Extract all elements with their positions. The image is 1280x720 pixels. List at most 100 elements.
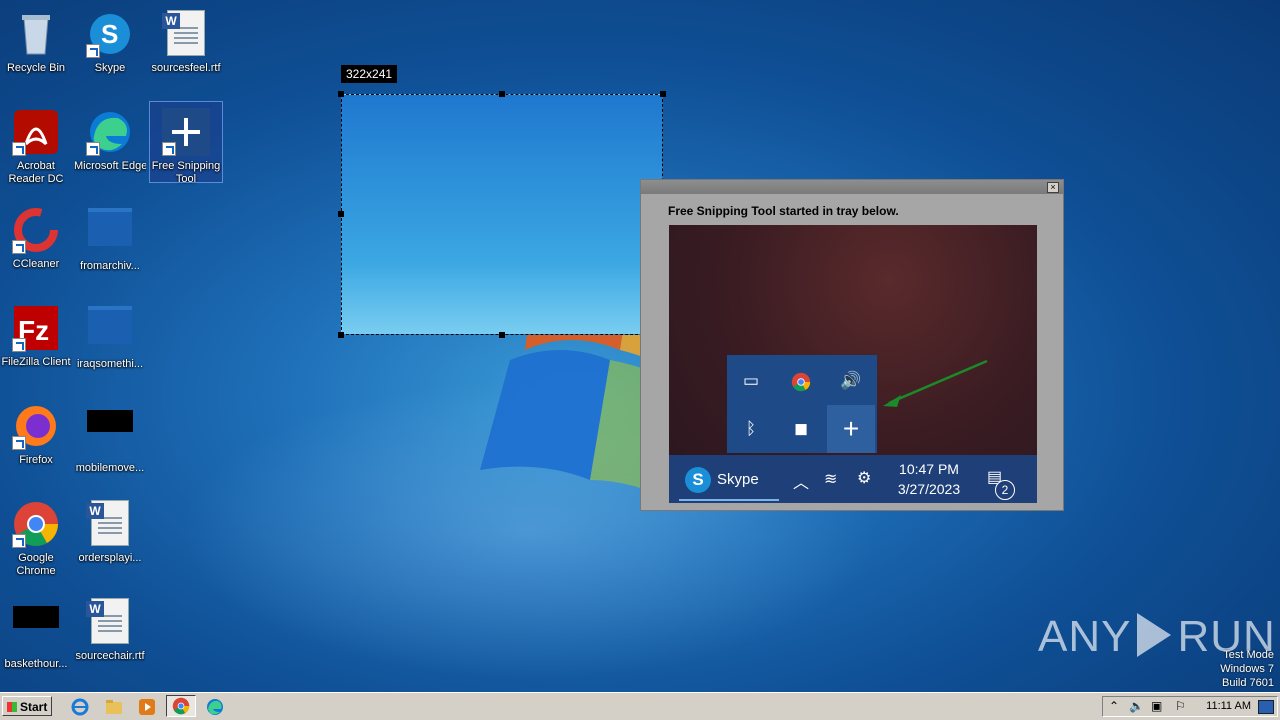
desktop-icon-edge[interactable]: Microsoft Edge <box>74 102 146 190</box>
plus-icon: + <box>827 405 875 453</box>
desktop-icon-mobilemove[interactable]: mobilemove... <box>74 396 146 484</box>
preview-taskbar-app-label: Skype <box>717 471 759 488</box>
desktop-icon-sourcesfeel[interactable]: W sourcesfeel.rtf <box>150 4 222 92</box>
edge-icon <box>86 108 134 156</box>
network-icon[interactable]: ▣ <box>1151 699 1162 713</box>
volume-icon[interactable]: 🔈 <box>1129 699 1144 713</box>
desktop-icon-acrobat[interactable]: Acrobat Reader DC <box>0 102 72 190</box>
os-label: Windows 7 <box>1220 663 1274 675</box>
snipping-tool-notification-window: × Free Snipping Tool started in tray bel… <box>640 179 1064 511</box>
desktop-icon-ccleaner[interactable]: CCleaner <box>0 200 72 288</box>
desktop-icon-label: fromarchiv... <box>80 260 140 272</box>
desktop-icon-label: mobilemove... <box>75 462 145 474</box>
folder-icon <box>86 306 134 354</box>
shortcut-arrow-icon <box>162 142 176 156</box>
word-document-icon: W <box>162 10 210 58</box>
desktop-icon-label: Acrobat Reader DC <box>8 160 64 185</box>
media-player-icon[interactable] <box>137 697 157 717</box>
desktop-icon-chrome[interactable]: Google Chrome <box>0 494 72 582</box>
close-button[interactable]: × <box>1047 182 1059 193</box>
desktop-icon-label: Free Snipping Tool <box>151 160 221 185</box>
firefox-icon <box>12 402 60 450</box>
internet-explorer-icon[interactable] <box>70 697 90 717</box>
resize-handle-n[interactable] <box>499 91 505 97</box>
shortcut-arrow-icon <box>86 44 100 58</box>
action-center-flag-icon[interactable]: ⚐ <box>1175 699 1186 713</box>
preview-time: 10:47 PM <box>899 461 959 477</box>
desktop-icon-baskethour[interactable]: baskethour... <box>0 592 72 680</box>
start-label: Start <box>20 700 48 714</box>
selection-size-label: 322x241 <box>341 65 398 83</box>
file-icon <box>12 606 60 654</box>
edge-icon[interactable] <box>205 697 225 717</box>
preview-date: 3/27/2023 <box>897 481 961 497</box>
resize-handle-w[interactable] <box>338 211 344 217</box>
shortcut-arrow-icon <box>12 436 26 450</box>
taskbar-chrome-button[interactable] <box>166 695 196 717</box>
folder-icon <box>86 208 134 256</box>
desktop-icon-fromarchiv[interactable]: fromarchiv... <box>74 200 146 288</box>
desktop-icon-label: sourcesfeel.rtf <box>151 62 221 74</box>
skype-icon: S <box>86 10 134 58</box>
battery-icon: ▭ <box>742 371 760 390</box>
desktop-icon-skype[interactable]: S Skype <box>74 4 146 92</box>
desktop-icon-label: iraqsomethi... <box>76 358 144 370</box>
skype-icon: S <box>685 467 711 493</box>
filezilla-icon: Fz <box>12 304 60 352</box>
wifi-icon: ≋ <box>824 471 838 488</box>
desktop-icon-label: Microsoft Edge <box>74 160 146 172</box>
chevron-up-icon: ︿ <box>793 475 810 492</box>
desktop-icon-label: FileZilla Client <box>1 356 71 368</box>
start-button[interactable]: Start <box>2 696 52 716</box>
resize-handle-ne[interactable] <box>660 91 666 97</box>
plus-icon <box>162 108 210 156</box>
preview-clock: 10:47 PM 3/27/2023 <box>891 459 967 499</box>
gear-icon: ⚙ <box>857 470 872 487</box>
taskbar-clock[interactable]: 11:11 AM <box>1206 700 1251 712</box>
popup-message: Free Snipping Tool started in tray below… <box>668 204 899 218</box>
shortcut-arrow-icon <box>12 142 26 156</box>
tray-expand-icon[interactable]: ⌃ <box>1109 699 1119 713</box>
system-info: Test Mode Windows 7 Build 7601 <box>1220 648 1274 690</box>
word-document-icon: W <box>86 500 134 548</box>
desktop-icon-label: ordersplayi... <box>78 552 142 564</box>
desktop-icon-filezilla[interactable]: Fz FileZilla Client <box>0 298 72 386</box>
desktop: Recycle Bin Acrobat Reader DC CCleaner F… <box>0 0 1280 692</box>
resize-handle-nw[interactable] <box>338 91 344 97</box>
green-arrow-icon <box>883 359 988 407</box>
file-explorer-icon[interactable] <box>104 697 124 717</box>
file-icon <box>86 410 134 458</box>
recycle-bin-icon <box>12 10 60 58</box>
desktop-icon-ordersplayi[interactable]: W ordersplayi... <box>74 494 146 582</box>
resize-handle-sw[interactable] <box>338 332 344 338</box>
snip-selection-rectangle[interactable] <box>338 91 666 338</box>
chrome-icon <box>12 500 60 548</box>
build-label: Build 7601 <box>1222 677 1274 689</box>
desktop-icon-label: Skype <box>94 62 126 74</box>
app-icon: ◼ <box>793 419 809 438</box>
tray-preview-image: ▭ 🔊 ᛒ ◼ + S Skype ︿ ≋ ⚙ 10:47 PM 3/27/20… <box>669 225 1037 503</box>
preview-taskbar: S Skype ︿ ≋ ⚙ 10:47 PM 3/27/2023 ▤ 2 <box>669 455 1037 503</box>
notification-count-badge: 2 <box>995 480 1015 500</box>
desktop-icon-label: Recycle Bin <box>6 62 66 74</box>
chrome-icon <box>172 697 190 715</box>
desktop-icon-recycle-bin[interactable]: Recycle Bin <box>0 4 72 92</box>
desktop-icon-iraqsomethi[interactable]: iraqsomethi... <box>74 298 146 386</box>
play-icon <box>1137 613 1172 657</box>
test-mode-label: Test Mode <box>1223 649 1274 661</box>
bluetooth-icon: ᛒ <box>745 419 757 438</box>
system-tray: ⌃ 🔈 ▣ ⚐ 11:11 AM <box>1102 696 1278 717</box>
desktop-icon-firefox[interactable]: Firefox <box>0 396 72 484</box>
svg-text:S: S <box>101 19 118 49</box>
tray-overflow-panel: ▭ 🔊 ᛒ ◼ + <box>727 355 877 453</box>
windows-flag-icon <box>7 702 17 712</box>
resize-handle-s[interactable] <box>499 332 505 338</box>
desktop-icon-sourcechair[interactable]: W sourcechair.rtf <box>74 592 146 680</box>
popup-title-bar[interactable]: × <box>641 180 1063 194</box>
shortcut-arrow-icon <box>12 338 26 352</box>
desktop-icon-label: baskethour... <box>4 658 68 670</box>
shortcut-arrow-icon <box>12 534 26 548</box>
show-desktop-icon[interactable] <box>1258 700 1274 714</box>
desktop-icon-free-snipping-tool[interactable]: Free Snipping Tool <box>149 101 223 185</box>
desktop-icon-label: Firefox <box>19 454 53 466</box>
